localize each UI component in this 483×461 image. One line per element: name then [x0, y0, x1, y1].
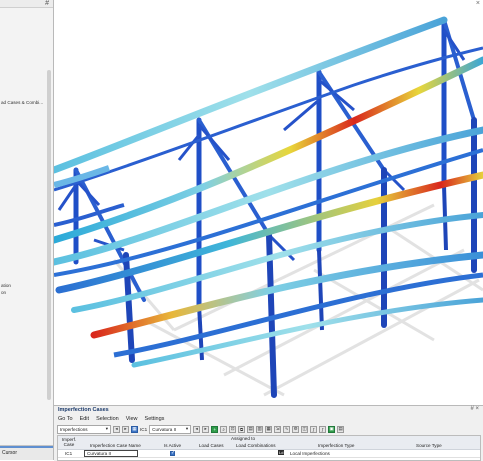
pin-icon[interactable]: #: [45, 0, 49, 7]
panel-title: Imperfection Cases: [58, 407, 109, 413]
model-viewport[interactable]: ×: [54, 0, 483, 405]
case-id: IC1: [140, 426, 148, 432]
imperfection-cases-table: Assigned to Imperf. Case Imperfection Ca…: [57, 435, 481, 461]
grid-icon[interactable]: ▤: [247, 425, 255, 433]
category-value: Imperfections: [60, 426, 88, 432]
panel-toolbar: Imperfections ▾ ◂ ▸ ▦ IC1 Curvatura II ▾…: [57, 424, 481, 434]
menu-edit[interactable]: Edit: [80, 416, 89, 422]
table-header: Imperf. Case Imperfection Case Name Is A…: [58, 437, 480, 450]
active-checkbox[interactable]: [170, 450, 175, 456]
close-icon[interactable]: ×: [475, 406, 479, 412]
col-load-cases[interactable]: Load Cases: [199, 443, 224, 448]
group-header-assigned-to: Assigned to: [231, 436, 256, 441]
filter-icon[interactable]: ⌕: [220, 425, 228, 433]
case-value: Curvatura II: [152, 426, 177, 432]
export-icon[interactable]: ⇲: [274, 425, 282, 433]
menu-view[interactable]: View: [126, 416, 138, 422]
cell-imperfection-type[interactable]: Local Imperfections: [290, 451, 330, 456]
cell-name[interactable]: Curvatura II: [84, 450, 138, 457]
report-icon[interactable]: ▤: [337, 425, 345, 433]
table-icon[interactable]: ▦: [131, 425, 138, 433]
panel-menu: Go To Edit Selection View Settings: [58, 416, 164, 422]
menu-settings[interactable]: Settings: [145, 416, 165, 422]
view-icon[interactable]: ◫: [301, 425, 309, 433]
ground-shadows: [112, 203, 483, 397]
col-load-combinations[interactable]: Load Combinations: [236, 443, 276, 448]
col-is-active[interactable]: Is Active: [164, 443, 181, 448]
navigator-item-fragment[interactable]: on: [1, 290, 6, 295]
case-select[interactable]: Curvatura II ▾: [149, 424, 192, 434]
next-icon[interactable]: ▸: [122, 425, 129, 433]
select-icon[interactable]: ⊡: [229, 425, 237, 433]
panel-controls: # ×: [470, 406, 479, 412]
menu-go-to[interactable]: Go To: [58, 416, 73, 422]
col-source-type[interactable]: Source Type: [416, 443, 442, 448]
menu-selection[interactable]: Selection: [96, 416, 119, 422]
navigator-item-fragment[interactable]: ation: [1, 283, 11, 288]
chevron-down-icon: ▾: [105, 426, 108, 431]
calculate-icon[interactable]: ▣: [328, 425, 336, 433]
prev-icon[interactable]: ◂: [113, 425, 120, 433]
function-icon[interactable]: ƒ: [310, 425, 318, 433]
pin-icon[interactable]: #: [470, 406, 473, 412]
chevron-down-icon: ▾: [185, 426, 189, 431]
grid-icon[interactable]: ▥: [256, 425, 264, 433]
add-icon[interactable]: +: [211, 425, 219, 433]
prev-icon[interactable]: ◂: [193, 425, 201, 433]
imperfection-cases-panel: Imperfection Cases # × Go To Edit Select…: [54, 405, 483, 461]
settings-icon[interactable]: ⚙: [292, 425, 300, 433]
inner-columns: [197, 184, 448, 361]
chart-icon[interactable]: ∿: [283, 425, 291, 433]
navigator-panel: # ad Cases & Combi... ation on Cursor: [0, 0, 54, 460]
copy-icon[interactable]: ⧉: [238, 425, 246, 433]
purlin-top: [54, 16, 448, 174]
col-imperf-case[interactable]: Imperf. Case: [61, 437, 77, 447]
function-icon[interactable]: ƒ: [319, 425, 327, 433]
structure-render: [54, 16, 483, 398]
cell-case: IC1: [65, 451, 73, 456]
col-name[interactable]: Imperfection Case Name: [90, 443, 141, 448]
status-accent: [0, 446, 53, 448]
status-label: Cursor: [2, 450, 18, 456]
status-bar: Cursor: [0, 445, 53, 460]
col-imperfection-type[interactable]: Imperfection Type: [318, 443, 354, 448]
navigator-item-load-cases[interactable]: ad Cases & Combi...: [1, 100, 43, 105]
imperfection-type-icon: Ld: [278, 450, 285, 455]
navigator-scrollbar[interactable]: [47, 70, 51, 400]
next-icon[interactable]: ▸: [202, 425, 210, 433]
grid-icon[interactable]: ▦: [265, 425, 273, 433]
category-select[interactable]: Imperfections ▾: [57, 424, 111, 434]
table-row[interactable]: IC1 Curvatura II Ld Local Imperfections: [58, 450, 480, 458]
